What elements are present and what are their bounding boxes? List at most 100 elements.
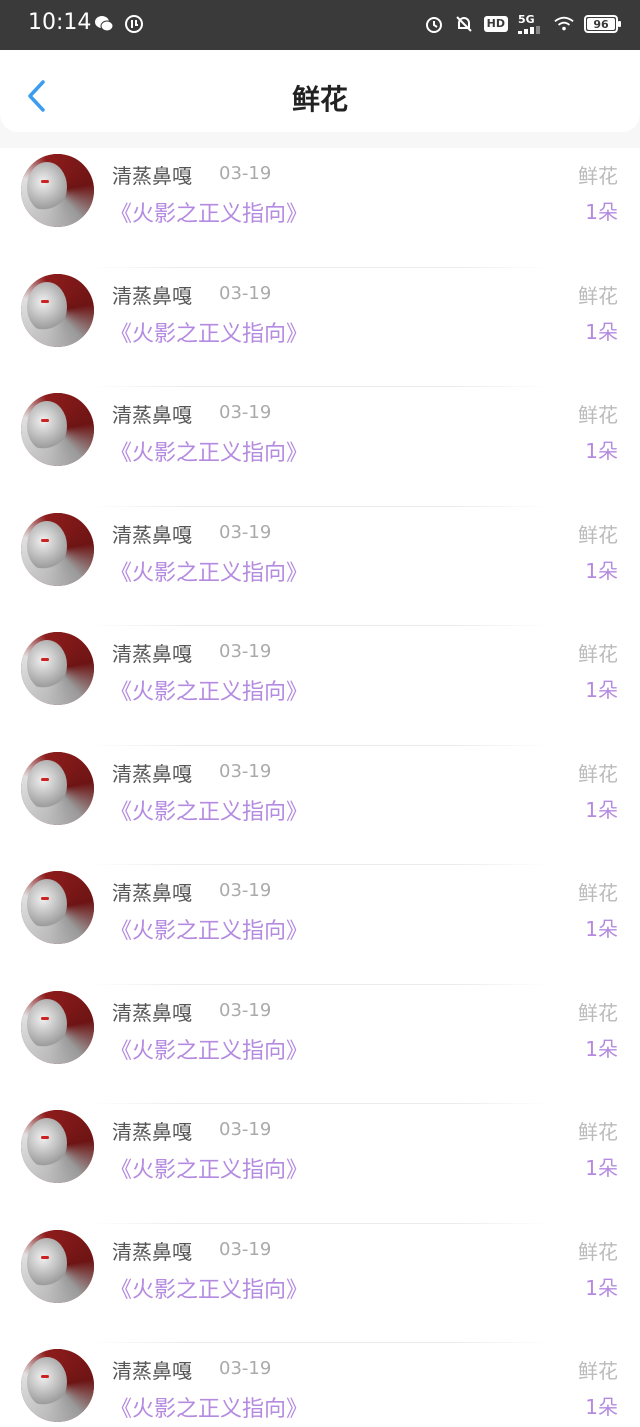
avatar-eye <box>41 419 49 422</box>
date-label: 03-19 <box>219 641 272 662</box>
avatar[interactable] <box>21 1110 94 1183</box>
gift-type-label: 鲜花 <box>578 881 618 905</box>
work-title-link[interactable]: 《火影之正义指向》 <box>110 1391 308 1423</box>
list-item[interactable]: 清蒸鼻嘎 03-19 《火影之正义指向》 鲜花 1朵 <box>0 507 640 627</box>
user-name[interactable]: 清蒸鼻嘎 <box>112 1236 192 1265</box>
hd-icon: HD <box>483 16 508 32</box>
date-label: 03-19 <box>219 1238 272 1260</box>
avatar-face <box>27 401 67 451</box>
list-item[interactable]: 清蒸鼻嘎 03-19 《火影之正义指向》 鲜花 1朵 <box>0 268 640 388</box>
gift-type-label: 鲜花 <box>578 642 618 666</box>
user-name[interactable]: 清蒸鼻嘎 <box>112 1355 192 1384</box>
user-name[interactable]: 清蒸鼻嘎 <box>112 877 192 906</box>
avatar-face <box>27 879 67 929</box>
gift-type-label: 鲜花 <box>578 403 618 427</box>
date-label: 03-19 <box>219 521 272 543</box>
work-title-link[interactable]: 《火影之正义指向》 <box>110 196 308 228</box>
status-left-icons <box>94 14 144 34</box>
work-title-link[interactable]: 《火影之正义指向》 <box>110 1152 308 1184</box>
avatar-face <box>27 998 67 1049</box>
gift-list[interactable]: 清蒸鼻嘎 03-19 《火影之正义指向》 鲜花 1朵 清蒸鼻嘎 03-19 《火影之正义指向》… <box>0 148 640 1427</box>
work-title-link[interactable]: 《火影之正义指向》 <box>110 316 308 348</box>
list-item[interactable]: 清蒸鼻嘎 03-19 《火影之正义指向》 鲜花 1朵 <box>0 387 640 507</box>
work-title-link[interactable]: 《火影之正义指向》 <box>110 674 308 706</box>
gift-type-label: 鲜花 <box>578 1000 618 1025</box>
avatar-eye <box>41 777 49 781</box>
date-label: 03-19 <box>219 880 272 901</box>
gift-type-label: 鲜花 <box>578 164 618 188</box>
avatar-face <box>27 281 67 332</box>
gift-amount-label: 1朵 <box>585 439 618 463</box>
signal-5g-icon: 5G <box>518 14 544 34</box>
date-label: 03-19 <box>219 282 272 304</box>
date-label: 03-19 <box>219 999 272 1021</box>
mute-bell-icon <box>454 14 474 34</box>
alarm-icon <box>424 14 444 34</box>
gift-amount-label: 1朵 <box>585 917 618 941</box>
work-title-link[interactable]: 《火影之正义指向》 <box>110 1033 308 1065</box>
avatar-eye <box>41 658 49 661</box>
gift-type-label: 鲜花 <box>578 1359 618 1383</box>
list-item[interactable]: 清蒸鼻嘎 03-19 《火影之正义指向》 鲜花 1朵 <box>0 148 640 268</box>
work-title-link[interactable]: 《火影之正义指向》 <box>110 1272 308 1304</box>
wechat-icon <box>94 14 114 34</box>
avatar-eye <box>41 1136 49 1139</box>
avatar-eye <box>41 897 49 900</box>
gift-type-label: 鲜花 <box>578 522 618 547</box>
date-label: 03-19 <box>219 760 272 782</box>
gift-amount-label: 1朵 <box>585 1156 618 1180</box>
status-time: 10:14 <box>28 10 92 35</box>
app-badge-icon <box>124 14 144 34</box>
user-name[interactable]: 清蒸鼻嘎 <box>112 280 192 309</box>
user-name[interactable]: 清蒸鼻嘎 <box>112 638 192 667</box>
list-item[interactable]: 清蒸鼻嘎 03-19 《火影之正义指向》 鲜花 1朵 <box>0 865 640 985</box>
status-right-icons: HD 5G 96 <box>424 14 621 34</box>
user-name[interactable]: 清蒸鼻嘎 <box>112 1116 192 1145</box>
work-title-link[interactable]: 《火影之正义指向》 <box>110 435 308 467</box>
work-title-link[interactable]: 《火影之正义指向》 <box>110 794 308 826</box>
user-name[interactable]: 清蒸鼻嘎 <box>112 160 192 189</box>
avatar[interactable] <box>21 273 94 347</box>
avatar[interactable] <box>21 871 94 944</box>
list-item[interactable]: 清蒸鼻嘎 03-19 《火影之正义指向》 鲜花 1朵 <box>0 746 640 866</box>
network-label: 5G <box>518 13 535 26</box>
wifi-icon <box>554 14 574 34</box>
user-name[interactable]: 清蒸鼻嘎 <box>112 519 192 548</box>
avatar[interactable] <box>21 751 94 825</box>
list-item[interactable]: 清蒸鼻嘎 03-19 《火影之正义指向》 鲜花 1朵 <box>0 1343 640 1427</box>
avatar-face <box>27 1357 67 1407</box>
user-name[interactable]: 清蒸鼻嘎 <box>112 758 192 787</box>
avatar-face <box>27 1237 67 1288</box>
avatar[interactable] <box>21 154 94 227</box>
gift-amount-label: 1朵 <box>585 200 618 224</box>
avatar[interactable] <box>21 1349 94 1422</box>
list-item[interactable]: 清蒸鼻嘎 03-19 《火影之正义指向》 鲜花 1朵 <box>0 1224 640 1344</box>
avatar-face <box>27 759 67 810</box>
date-label: 03-19 <box>219 402 272 423</box>
list-item[interactable]: 清蒸鼻嘎 03-19 《火影之正义指向》 鲜花 1朵 <box>0 626 640 746</box>
avatar-eye <box>41 1375 49 1378</box>
list-item[interactable]: 清蒸鼻嘎 03-19 《火影之正义指向》 鲜花 1朵 <box>0 985 640 1105</box>
avatar[interactable] <box>21 990 94 1064</box>
header-card: 鲜花 <box>0 50 640 132</box>
avatar[interactable] <box>21 393 94 466</box>
avatar-eye <box>41 1016 49 1020</box>
avatar[interactable] <box>21 1229 94 1303</box>
list-item[interactable]: 清蒸鼻嘎 03-19 《火影之正义指向》 鲜花 1朵 <box>0 1104 640 1224</box>
work-title-link[interactable]: 《火影之正义指向》 <box>110 555 308 587</box>
gift-type-label: 鲜花 <box>578 1120 618 1144</box>
avatar[interactable] <box>21 512 94 586</box>
avatar[interactable] <box>21 632 94 705</box>
gift-amount-label: 1朵 <box>585 1275 618 1300</box>
user-name[interactable]: 清蒸鼻嘎 <box>112 997 192 1026</box>
gift-amount-label: 1朵 <box>585 319 618 344</box>
work-title-link[interactable]: 《火影之正义指向》 <box>110 913 308 945</box>
date-label: 03-19 <box>219 163 272 184</box>
gift-type-label: 鲜花 <box>578 283 618 308</box>
gift-type-label: 鲜花 <box>578 1239 618 1264</box>
avatar-face <box>27 520 67 571</box>
user-name[interactable]: 清蒸鼻嘎 <box>112 399 192 428</box>
avatar-eye <box>41 538 49 542</box>
gift-type-label: 鲜花 <box>578 761 618 786</box>
gift-amount-label: 1朵 <box>585 678 618 702</box>
